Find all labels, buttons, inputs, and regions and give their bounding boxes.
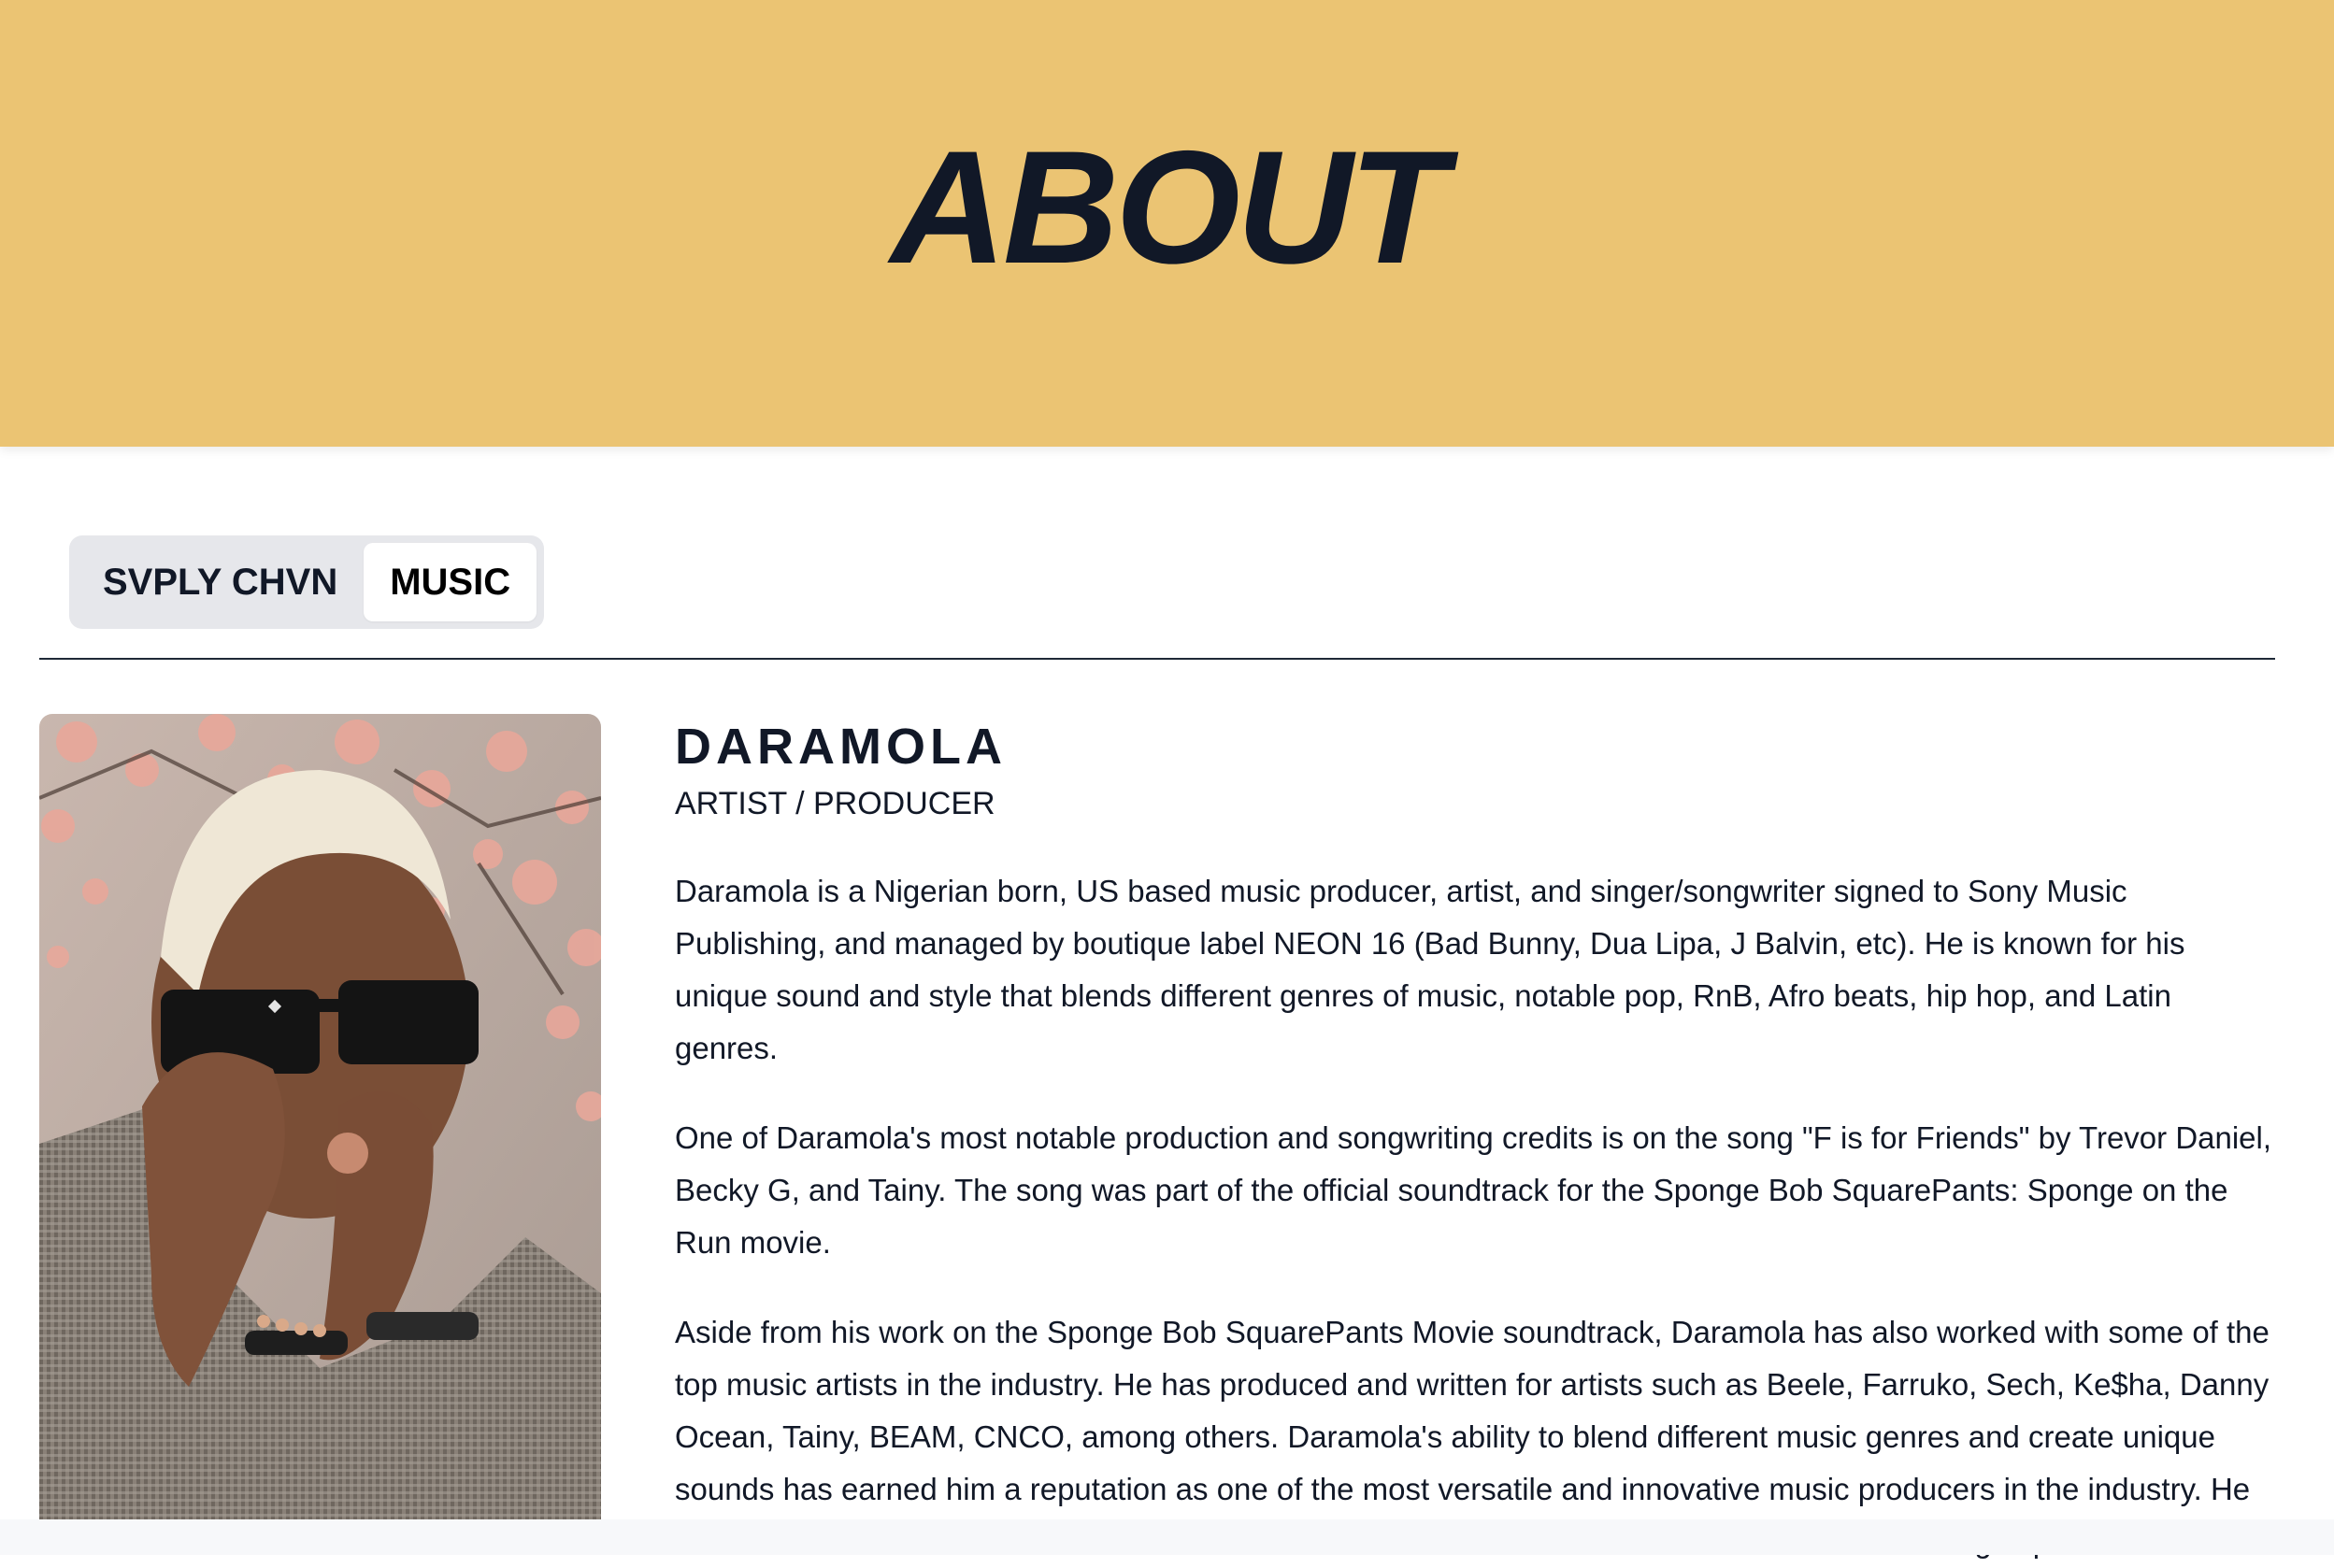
tab-music[interactable]: MUSIC <box>364 543 537 621</box>
category-tabs: SVPLY CHVN MUSIC <box>69 535 545 629</box>
bottom-edge-bar <box>0 1519 2334 1555</box>
artist-role: ARTIST / PRODUCER <box>675 786 995 821</box>
tab-svply-chvn[interactable]: SVPLY CHVN <box>77 543 364 621</box>
bio-paragraph-2: One of Daramola's most notable productio… <box>675 1120 2272 1260</box>
artist-portrait-photo <box>39 714 601 1555</box>
about-hero-banner: ABOUT <box>0 0 2334 447</box>
artist-name: DARAMOLA <box>675 719 1007 775</box>
bio-paragraph-1: Daramola is a Nigerian born, US based mu… <box>675 874 2185 1065</box>
section-divider <box>39 658 2275 660</box>
page-title: ABOUT <box>890 118 1448 297</box>
artist-bio-section: DARAMOLA ARTIST / PRODUCER Daramola is a… <box>675 714 2279 1568</box>
